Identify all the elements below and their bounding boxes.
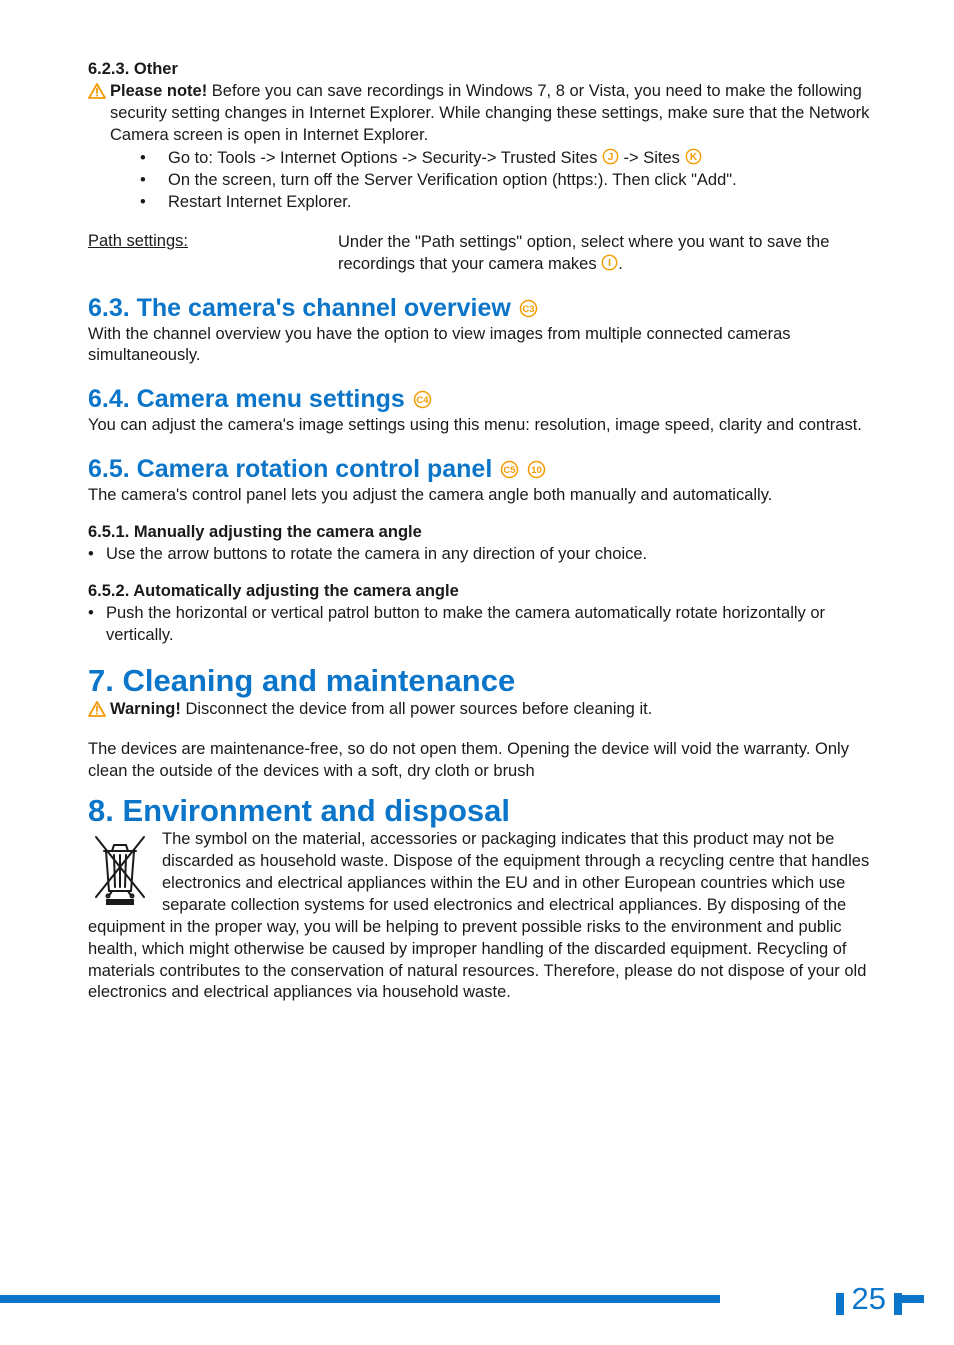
heading-6-2-3: 6.2.3. Other — [88, 60, 884, 79]
circle-10-icon: 10 — [527, 460, 546, 479]
svg-text:C4: C4 — [416, 395, 429, 406]
body-6-3: With the channel overview you have the o… — [88, 324, 884, 368]
circle-c3-icon: C3 — [519, 299, 538, 318]
bullet-item: •On the screen, turn off the Server Veri… — [140, 170, 884, 192]
circle-k-icon: K — [685, 148, 702, 165]
circle-c5-icon: C5 — [500, 460, 519, 479]
weee-bin-icon — [88, 833, 152, 914]
warning-label: Warning! — [110, 700, 181, 718]
circle-c4-icon: C4 — [413, 390, 432, 409]
heading-7: 7. Cleaning and maintenance — [88, 663, 884, 699]
bullet-item: • Go to: Tools -> Internet Options -> Se… — [140, 148, 884, 170]
warning-block: Warning! Disconnect the device from all … — [88, 699, 884, 721]
warning-triangle-icon — [88, 701, 106, 724]
note-label: Please note! — [110, 82, 207, 100]
path-settings-desc: Under the "Path settings" option, select… — [338, 232, 884, 276]
svg-text:C3: C3 — [522, 304, 534, 315]
note-block: Please note! Before you can save recordi… — [88, 81, 884, 214]
svg-text:J: J — [608, 152, 614, 163]
body-7: The devices are maintenance-free, so do … — [88, 739, 884, 783]
svg-text:K: K — [689, 152, 697, 163]
circle-i-icon: I — [601, 254, 618, 271]
heading-6-3: 6.3. The camera's channel overview C3 — [88, 294, 884, 323]
heading-6-4: 6.4. Camera menu settings C4 — [88, 385, 884, 414]
heading-6-5: 6.5. Camera rotation control panel C5 10 — [88, 455, 884, 484]
heading-8: 8. Environment and disposal — [88, 793, 884, 829]
page-number: 25 — [842, 1281, 896, 1317]
body-8: The symbol on the material, accessories … — [88, 829, 884, 1005]
warning-text: Disconnect the device from all power sou… — [181, 700, 652, 718]
page-footer: 25 — [0, 1281, 954, 1317]
body-6-5: The camera's control panel lets you adju… — [88, 485, 884, 507]
bullet-item: •Use the arrow buttons to rotate the cam… — [88, 544, 884, 566]
bullet-item: •Restart Internet Explorer. — [140, 192, 884, 214]
definition-row: Path settings: Under the "Path settings"… — [88, 232, 884, 276]
body-6-4: You can adjust the camera's image settin… — [88, 415, 884, 437]
path-settings-term: Path settings: — [88, 232, 338, 276]
note-text: Before you can save recordings in Window… — [110, 82, 869, 144]
bullet-item: •Push the horizontal or vertical patrol … — [88, 603, 884, 647]
svg-text:10: 10 — [531, 465, 542, 476]
heading-6-5-1: 6.5.1. Manually adjusting the camera ang… — [88, 523, 884, 542]
warning-triangle-icon — [88, 83, 106, 106]
heading-6-5-2: 6.5.2. Automatically adjusting the camer… — [88, 582, 884, 601]
svg-text:C5: C5 — [504, 465, 517, 476]
svg-text:I: I — [608, 258, 611, 269]
circle-j-icon: J — [602, 148, 619, 165]
